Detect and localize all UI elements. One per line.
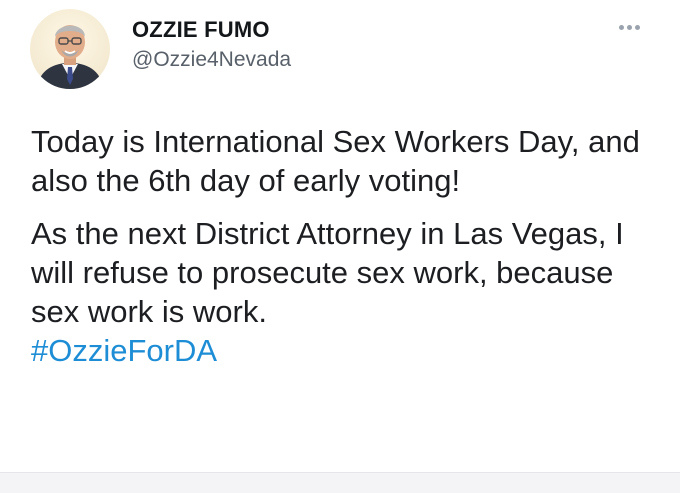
tweet-paragraph-1: Today is International Sex Workers Day, … xyxy=(31,124,640,198)
display-name[interactable]: OZZIE FUMO xyxy=(132,17,291,43)
card-bottom-divider xyxy=(0,472,680,493)
tweet-card: OZZIE FUMO @Ozzie4Nevada Today is Intern… xyxy=(0,0,680,493)
tweet-header: OZZIE FUMO @Ozzie4Nevada xyxy=(30,6,291,92)
avatar-image xyxy=(30,9,110,89)
more-dot xyxy=(626,24,632,30)
tweet-paragraph-2: As the next District Attorney in Las Veg… xyxy=(31,216,624,329)
hashtag-link[interactable]: #OzzieForDA xyxy=(31,333,217,368)
author-names: OZZIE FUMO @Ozzie4Nevada xyxy=(132,17,291,74)
more-horizontal-icon[interactable] xyxy=(612,16,646,38)
more-dot xyxy=(618,24,624,30)
avatar[interactable] xyxy=(30,9,110,89)
more-dot xyxy=(634,24,640,30)
tweet-text: Today is International Sex Workers Day, … xyxy=(31,122,651,370)
user-handle[interactable]: @Ozzie4Nevada xyxy=(132,46,291,74)
